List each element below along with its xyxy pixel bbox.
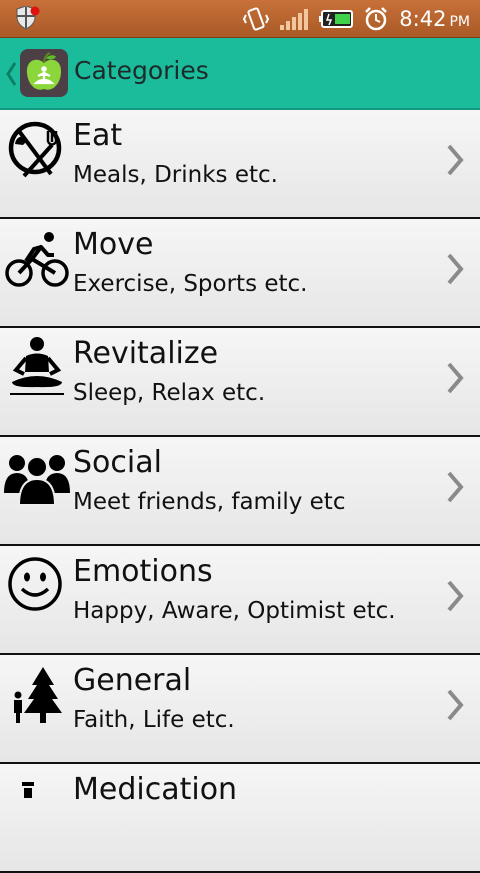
category-item-eat[interactable]: Eat Meals, Drinks etc. [0, 110, 480, 219]
meditation-icon [10, 337, 64, 395]
category-item-emotions[interactable]: Emotions Happy, Aware, Optimist etc. [0, 546, 480, 655]
clock-time: 8:42 [399, 7, 447, 31]
category-subtitle: Faith, Life etc. [73, 707, 235, 733]
category-item-social[interactable]: Social Meet friends, family etc [0, 437, 480, 546]
category-title: Move [73, 227, 154, 262]
chevron-right-icon [447, 471, 464, 503]
chevron-right-icon [447, 144, 464, 176]
category-subtitle: Sleep, Relax etc. [73, 380, 266, 406]
up-caret-icon[interactable] [5, 60, 17, 88]
category-list: Eat Meals, Drinks etc. Move Exercise, Sp… [0, 110, 480, 873]
category-subtitle: Meals, Drinks etc. [73, 162, 278, 188]
category-subtitle: Happy, Aware, Optimist etc. [73, 598, 396, 624]
battery-icon [319, 10, 354, 28]
group-icon [4, 455, 70, 506]
alarm-icon [365, 7, 388, 31]
category-title: Social [73, 445, 162, 480]
smiley-icon [8, 557, 62, 611]
category-item-medication[interactable]: Medication [0, 764, 480, 873]
chevron-right-icon [447, 689, 464, 721]
chevron-right-icon [447, 362, 464, 394]
plate-fork-knife-icon [8, 121, 62, 178]
category-item-move[interactable]: Move Exercise, Sports etc. [0, 219, 480, 328]
app-logo-icon[interactable] [20, 49, 68, 97]
status-bar: 8:42 PM [0, 0, 480, 38]
person-tree-icon [14, 667, 62, 723]
clock: 8:42 PM [399, 7, 470, 31]
vibrate-icon [243, 7, 270, 31]
chevron-right-icon [447, 253, 464, 285]
category-title: Emotions [73, 554, 213, 589]
clock-ampm: PM [449, 14, 470, 30]
shield-notification-icon [16, 6, 40, 30]
category-title: Medication [73, 772, 238, 807]
chevron-right-icon [447, 580, 464, 612]
category-item-general[interactable]: General Faith, Life etc. [0, 655, 480, 764]
category-subtitle: Meet friends, family etc [73, 489, 346, 515]
page-title: Categories [74, 56, 209, 85]
category-subtitle: Exercise, Sports etc. [73, 271, 308, 297]
cyclist-icon [5, 232, 69, 287]
category-title: Revitalize [73, 336, 219, 371]
category-title: General [73, 663, 192, 698]
action-bar: Categories [0, 38, 480, 110]
category-title: Eat [73, 118, 123, 153]
pill-icon [22, 782, 34, 798]
signal-icon [280, 9, 309, 30]
category-item-revitalize[interactable]: Revitalize Sleep, Relax etc. [0, 328, 480, 437]
